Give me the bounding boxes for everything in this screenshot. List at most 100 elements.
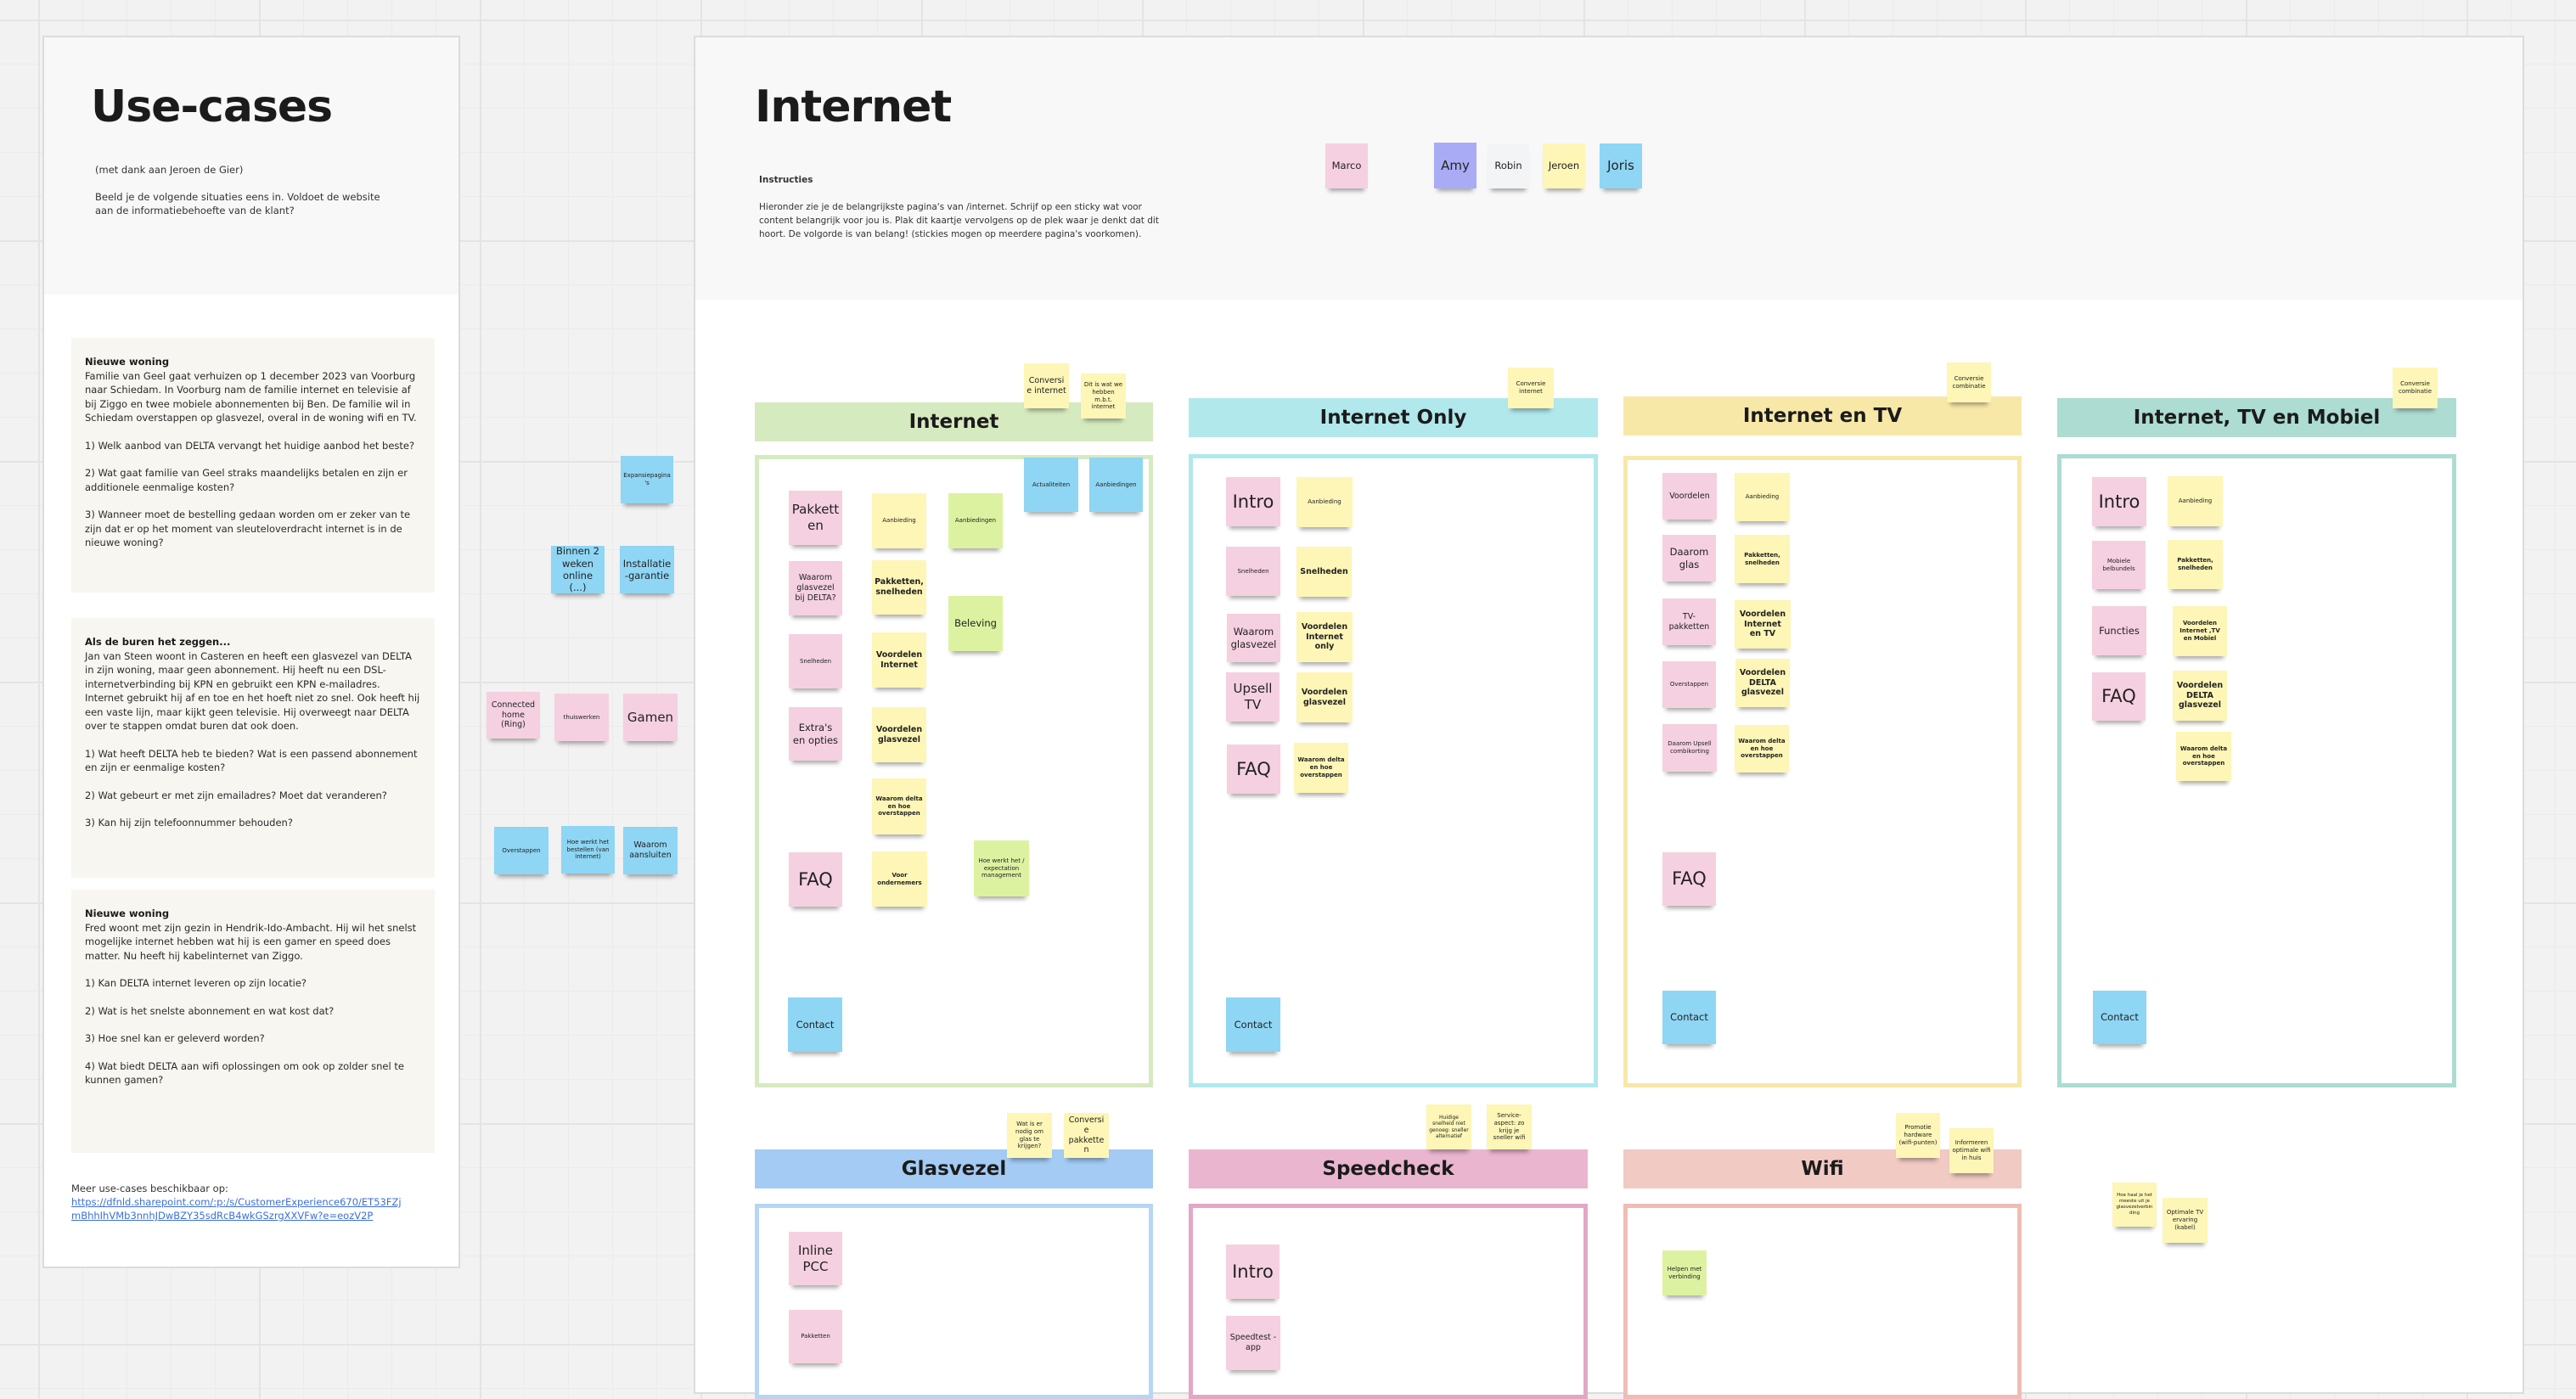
sticky-note[interactable]: Waarom delta en hoe overstappen [1735, 725, 1789, 773]
sticky-note[interactable]: Conversie combinatie [1947, 362, 1991, 402]
sticky-note[interactable]: Pakketten, snelheden [1735, 535, 1790, 583]
sticky-note[interactable]: Pakketten [789, 1310, 842, 1363]
sticky-note[interactable]: Functies [2092, 606, 2146, 655]
use-cases-title: Use-cases [91, 81, 333, 132]
sticky-note[interactable]: Connected home (Ring) [487, 692, 540, 739]
sticky-note[interactable]: Extra's en opties [789, 707, 842, 761]
sticky-note[interactable]: Aanbieding [1735, 473, 1790, 521]
participant-sticky-jeroen[interactable]: Jeroen [1543, 143, 1585, 188]
sticky-note[interactable]: Expansiepagina's [621, 456, 673, 503]
sticky-note[interactable]: Actualiteiten [1024, 458, 1078, 512]
use-case-body: Jan van Steen woont in Casteren en heeft… [85, 649, 420, 733]
sticky-note[interactable]: Promotie hardware (wifi-punten) [1896, 1113, 1940, 1158]
sticky-note[interactable]: Inline PCC [789, 1232, 842, 1285]
sticky-note[interactable]: Conversie combinatie [2393, 368, 2438, 408]
use-case-question: 4) Wat biedt DELTA aan wifi oplossingen … [85, 1059, 404, 1087]
sticky-note[interactable]: Speedtest -app [1226, 1316, 1280, 1370]
sticky-note[interactable]: Voordelen DELTA glasvezel [1735, 659, 1790, 707]
sticky-note[interactable]: Contact [788, 997, 842, 1052]
sticky-note[interactable]: Aanbieding [1296, 477, 1353, 527]
sticky-note[interactable]: Huidige snelheid niet genoeg: sneller al… [1426, 1104, 1471, 1149]
sticky-note[interactable]: Snelheden [789, 634, 842, 688]
sticky-note[interactable]: Hoe haal je het meeste uit je glasvezelv… [2112, 1183, 2157, 1227]
sticky-note[interactable]: Waarom delta en hoe overstappen [872, 778, 926, 834]
sticky-note[interactable]: Pakketten [789, 491, 842, 545]
use-case-body: Familie van Geel gaat verhuizen op 1 dec… [85, 369, 417, 424]
sticky-note[interactable]: Voor ondernemers [872, 851, 927, 907]
more-use-cases-link[interactable]: https://dfnld.sharepoint.com/:p:/s/Custo… [71, 1195, 402, 1222]
sticky-note[interactable]: Aanbiedingen [1089, 458, 1143, 512]
sticky-note[interactable]: Voordelen Internet ,TV en Mobiel [2173, 606, 2227, 656]
sticky-note[interactable]: Waarom glasvezel bij DELTA? [789, 561, 842, 615]
participant-sticky-robin[interactable]: Robin [1488, 143, 1529, 188]
use-cases-credit: (met dank aan Jeroen de Gier) [95, 164, 244, 176]
sticky-note[interactable]: Contact [1226, 997, 1280, 1052]
sticky-note[interactable]: Conversie pakketten [1064, 1113, 1109, 1158]
sticky-note[interactable]: Waarom delta en hoe overstappen [1294, 743, 1348, 793]
sticky-note[interactable]: Hoe werkt het bestellen (van internet) [561, 826, 615, 874]
sticky-note[interactable]: Daarom Upsell combikorting [1662, 724, 1717, 772]
sticky-note[interactable]: Mobiele belbundels [2092, 541, 2146, 589]
sticky-note[interactable]: Pakketten, snelheden [872, 560, 926, 615]
use-case-question: 1) Kan DELTA internet leveren op zijn lo… [85, 977, 307, 989]
use-cases-frame[interactable]: Use-cases (met dank aan Jeroen de Gier) … [42, 36, 460, 1268]
use-case-question: 3) Hoe snel kan er geleverd worden? [85, 1032, 265, 1044]
sticky-note[interactable]: Aanbieding [872, 493, 926, 548]
sticky-note[interactable]: thuiswerken [554, 694, 609, 741]
sticky-note[interactable]: Snelheden [1296, 547, 1352, 597]
sticky-note[interactable]: Service-aspect: zo krijg je sneller wifi [1487, 1104, 1532, 1149]
sticky-note[interactable]: Voordelen glasvezel [872, 707, 926, 762]
use-case-question: 3) Wanneer moet de bestelling gedaan wor… [85, 508, 411, 548]
sticky-note[interactable]: FAQ [789, 852, 842, 907]
column-header-speedcheck: Speedcheck [1189, 1149, 1588, 1188]
sticky-note[interactable]: Voordelen Internet en TV [1735, 600, 1791, 649]
sticky-note[interactable]: Intro [2092, 477, 2146, 526]
sticky-note[interactable]: Waarom aansluiten [623, 827, 678, 874]
use-case-body: Fred woont met zijn gezin in Hendrik-Ido… [85, 921, 417, 962]
sticky-note[interactable]: Pakketten, snelheden [2168, 540, 2223, 589]
sticky-note[interactable]: Voordelen DELTA glasvezel [2173, 671, 2227, 721]
sticky-note[interactable]: Waarom glasvezel [1227, 614, 1280, 662]
sticky-note[interactable]: Daarom glas [1662, 535, 1716, 582]
sticky-note[interactable]: Binnen 2 weken online (...) [551, 546, 605, 593]
sticky-note[interactable]: FAQ [1227, 744, 1280, 794]
use-case-title: Nieuwe woning [85, 907, 170, 919]
sticky-note[interactable]: Aanbieding [2168, 476, 2223, 526]
sticky-note[interactable]: Intro [1226, 477, 1280, 526]
sticky-note[interactable]: Voordelen Internet [872, 632, 926, 688]
use-case-question: 1) Welk aanbod van DELTA vervangt het hu… [85, 439, 415, 452]
sticky-note[interactable]: Conversie internet [1508, 368, 1554, 408]
sticky-note[interactable]: Contact [1662, 991, 1716, 1044]
sticky-note[interactable]: Contact [2093, 991, 2146, 1044]
sticky-note[interactable]: Voordelen [1662, 473, 1717, 520]
sticky-note[interactable]: Waarom delta en hoe overstappen [2176, 732, 2231, 781]
sticky-note[interactable]: Gamen [623, 694, 678, 741]
sticky-note[interactable]: Dit is wat we hebben m.b.t. internet [1081, 374, 1126, 419]
sticky-note[interactable]: Voordelen Internet only [1296, 612, 1353, 662]
sticky-note[interactable]: Overstappen [494, 827, 548, 874]
sticky-note[interactable]: Helpen met verbinding [1662, 1250, 1707, 1295]
participant-sticky-amy[interactable]: Amy [1434, 143, 1476, 188]
participant-sticky-marco[interactable]: Marco [1325, 143, 1368, 188]
sticky-note[interactable]: FAQ [1662, 852, 1716, 906]
sticky-note[interactable]: Informeren optimale wifi in huis [1949, 1128, 1994, 1173]
sticky-note[interactable]: FAQ [2092, 672, 2146, 721]
sticky-note[interactable]: TV-pakketten [1662, 598, 1716, 645]
more-use-cases-label: Meer use-cases beschikbaar op: [71, 1183, 228, 1194]
use-case-card-2: Als de buren het zeggen... Jan van Steen… [71, 618, 435, 878]
sticky-note[interactable]: Wat is er nodig om glas te krijgen? [1007, 1113, 1052, 1158]
sticky-note[interactable]: Snelheden [1226, 547, 1280, 596]
sticky-note[interactable]: Upsell TV [1226, 672, 1280, 722]
sticky-note[interactable]: Voordelen glasvezel [1296, 672, 1353, 722]
sticky-note[interactable]: Aanbiedingen [948, 493, 1003, 548]
sticky-note[interactable]: Hoe werkt het / expectation management [974, 840, 1029, 896]
sticky-note[interactable]: Optimale TV ervaring (kabel) [2163, 1198, 2208, 1243]
use-case-card-1: Nieuwe woning Familie van Geel gaat verh… [71, 338, 435, 593]
sticky-note[interactable]: Beleving [948, 596, 1003, 651]
participant-sticky-joris[interactable]: Joris [1600, 143, 1642, 188]
sticky-note[interactable]: Intro [1226, 1244, 1280, 1299]
sticky-note[interactable]: Conversie internet [1024, 363, 1069, 408]
sticky-note[interactable]: Overstappen [1662, 661, 1716, 708]
column-frame-wifi [1623, 1204, 2022, 1399]
sticky-note[interactable]: Installatie-garantie [620, 546, 674, 593]
